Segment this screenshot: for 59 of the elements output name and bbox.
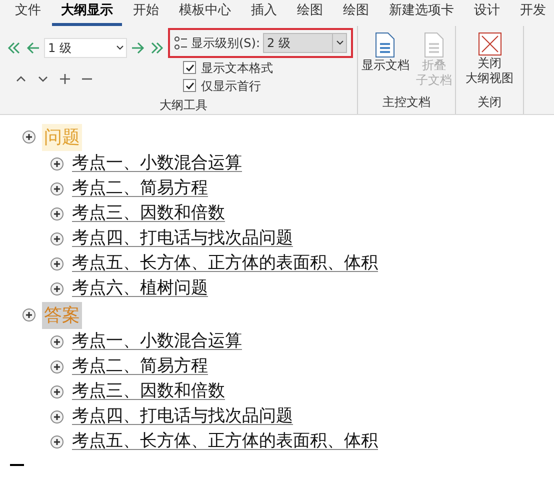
expand-icon[interactable]: [50, 232, 64, 246]
ribbon-tab[interactable]: 设计: [465, 0, 509, 26]
outline-item[interactable]: 考点三、因数和倍数: [72, 378, 225, 404]
chevron-down-icon: [116, 45, 124, 51]
close-outline-button[interactable]: 关闭 大纲视图: [456, 26, 523, 93]
end-of-document-marker: [10, 464, 24, 466]
outline-item[interactable]: 考点五、长方体、正方体的表面积、体积: [72, 250, 378, 276]
close-icon: [478, 32, 502, 56]
expand-icon[interactable]: [50, 156, 64, 170]
ribbon-tab[interactable]: 插入: [242, 0, 286, 26]
ribbon-tab[interactable]: 新建选项卡: [380, 0, 463, 26]
show-level-control[interactable]: 显示级别(S): 2 级: [168, 28, 353, 58]
ribbon-tab[interactable]: 文件: [6, 0, 50, 26]
outline-item[interactable]: 考点一、小数混合运算: [72, 328, 242, 354]
outline-item[interactable]: 考点四、打电话与找次品问题: [72, 404, 293, 430]
ribbon-tab[interactable]: 开始: [124, 0, 168, 26]
outline-item[interactable]: 考点六、植树问题: [72, 276, 208, 302]
expand-icon[interactable]: [50, 434, 64, 448]
ribbon-tab[interactable]: 大纲显示: [52, 0, 122, 26]
document-icon: [374, 32, 396, 58]
show-level-dropdown[interactable]: 2 级: [263, 33, 347, 53]
ribbon-tab[interactable]: 绘图: [288, 0, 332, 26]
outline-item[interactable]: 考点二、简易方程: [72, 176, 208, 202]
outline-level-dropdown[interactable]: 1 级: [44, 38, 127, 58]
checkbox[interactable]: [183, 61, 196, 74]
expand-icon[interactable]: [50, 256, 64, 270]
document-icon: [422, 32, 445, 58]
demote-to-body-icon[interactable]: [149, 40, 165, 56]
outline-item[interactable]: 考点四、打电话与找次品问题: [72, 226, 293, 252]
levels-icon: [174, 36, 188, 50]
group-label: 大纲工具: [158, 98, 208, 114]
outline-item[interactable]: 考点一、小数混合运算: [72, 150, 242, 176]
ribbon-tab[interactable]: 开发: [511, 0, 554, 26]
expand-icon[interactable]: [50, 334, 64, 348]
promote-icon[interactable]: [25, 40, 41, 56]
expand-icon[interactable]: [22, 130, 36, 144]
outline-item[interactable]: 考点五、长方体、正方体的表面积、体积: [72, 428, 378, 454]
group-label: 关闭: [478, 94, 502, 111]
expand-icon[interactable]: [22, 308, 36, 322]
chevron-down-icon: [336, 40, 344, 46]
expand-icon[interactable]: [58, 72, 72, 86]
expand-icon[interactable]: [50, 410, 64, 424]
checkbox-label: 显示文本格式: [201, 60, 273, 76]
ribbon-tab[interactable]: 绘图: [334, 0, 378, 26]
expand-icon[interactable]: [50, 206, 64, 220]
promote-to-heading-icon[interactable]: [6, 40, 22, 56]
expand-icon[interactable]: [50, 182, 64, 196]
expand-icon[interactable]: [50, 384, 64, 398]
outline-item[interactable]: 考点三、因数和倍数: [72, 200, 225, 226]
ribbon-tab[interactable]: 模板中心: [170, 0, 240, 26]
expand-icon[interactable]: [50, 282, 64, 296]
checkbox-label: 仅显示首行: [201, 78, 261, 94]
ribbon-button[interactable]: 显示文档: [361, 32, 410, 93]
show-level-label: 显示级别(S):: [191, 35, 260, 52]
expand-icon[interactable]: [50, 360, 64, 374]
checkbox[interactable]: [183, 79, 196, 92]
demote-icon[interactable]: [130, 40, 146, 56]
outline-item[interactable]: 考点二、简易方程: [72, 354, 208, 380]
group-label: 主控文档: [382, 94, 430, 111]
